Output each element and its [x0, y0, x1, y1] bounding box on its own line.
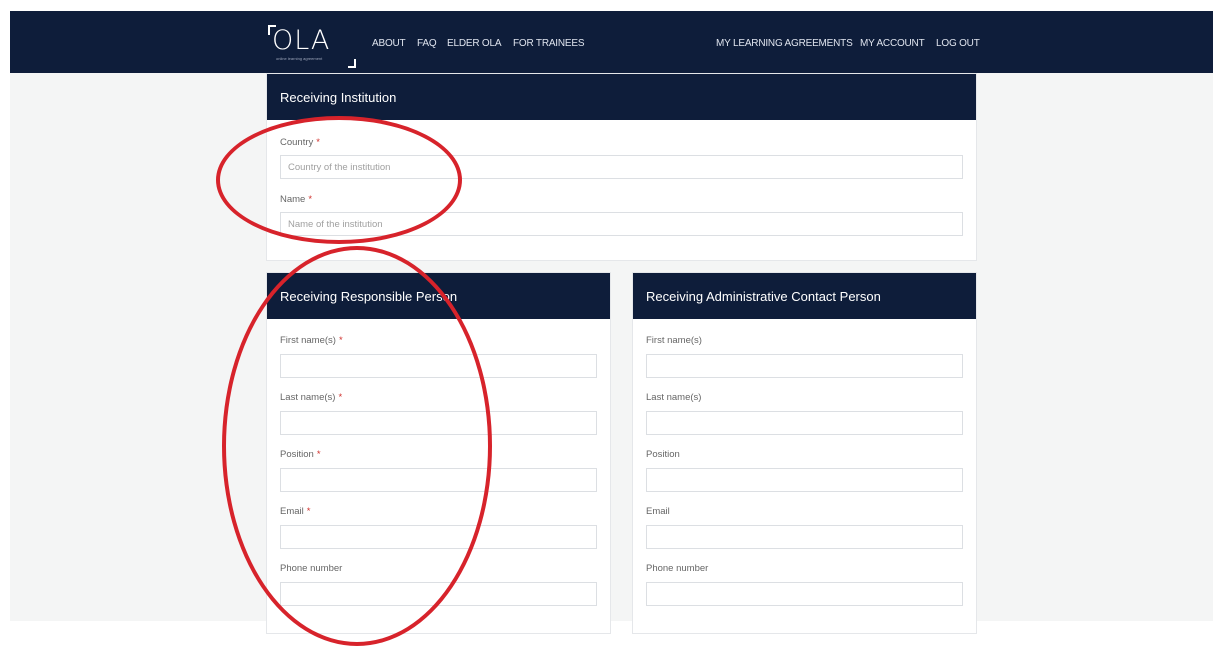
name-label: Name *: [280, 194, 312, 205]
panel-title: Receiving Responsible Person: [280, 289, 458, 304]
admin-phone-input[interactable]: [646, 582, 963, 606]
ola-logo[interactable]: OLA online learning agreement: [268, 25, 358, 68]
responsible-last-name-input[interactable]: [280, 411, 597, 435]
phone-label: Phone number: [280, 563, 343, 574]
required-asterisk: *: [338, 335, 343, 346]
responsible-position-input[interactable]: [280, 468, 597, 492]
admin-last-name-input[interactable]: [646, 411, 963, 435]
position-label-text: Position: [280, 449, 314, 460]
admin-contact-panel: Receiving Administrative Contact Person …: [632, 272, 977, 634]
last-name-label-text: Last name(s): [280, 392, 336, 403]
required-asterisk: *: [306, 506, 311, 517]
institution-name-input[interactable]: [280, 212, 963, 236]
email-label: Email *: [280, 506, 310, 517]
panel-title: Receiving Institution: [280, 90, 397, 105]
receiving-institution-panel: Receiving Institution Country* Name*: [266, 73, 977, 261]
responsible-first-name-input[interactable]: [280, 354, 597, 378]
responsible-person-header: Receiving Responsible Person: [267, 273, 610, 319]
country-label-text: Country: [280, 137, 314, 148]
panel-title: Receiving Administrative Contact Person: [646, 289, 881, 304]
first-name-label: First name(s) *: [280, 335, 343, 346]
phone-label: Phone number: [646, 563, 709, 574]
required-asterisk: *: [316, 449, 321, 460]
country-label: Country *: [280, 137, 320, 148]
position-label: Position *: [280, 449, 321, 460]
nav-my-account[interactable]: MY ACCOUNT: [860, 38, 925, 49]
nav-for-trainees[interactable]: FOR TRAINEES: [513, 38, 585, 49]
last-name-label: Last name(s): [646, 392, 702, 403]
nav-about[interactable]: ABOUT: [372, 38, 406, 49]
required-asterisk: *: [308, 194, 313, 205]
nav-elder-ola[interactable]: ELDER OLA: [447, 38, 502, 49]
email-label-text: Email: [280, 506, 304, 517]
admin-position-input[interactable]: [646, 468, 963, 492]
last-name-label: Last name(s) *: [280, 392, 342, 403]
receiving-institution-header: Receiving Institution: [267, 74, 976, 120]
top-navbar: OLA online learning agreement ABOUT FAQ …: [10, 11, 1213, 73]
responsible-email-input[interactable]: [280, 525, 597, 549]
first-name-label-text: First name(s): [280, 335, 336, 346]
logo-tagline: online learning agreement: [276, 56, 323, 61]
country-input[interactable]: [280, 155, 963, 179]
required-asterisk: *: [316, 137, 320, 148]
email-label: Email: [646, 506, 670, 517]
position-label: Position: [646, 449, 680, 460]
first-name-label: First name(s): [646, 335, 702, 346]
required-asterisk: *: [338, 392, 343, 403]
admin-email-input[interactable]: [646, 525, 963, 549]
admin-contact-header: Receiving Administrative Contact Person: [633, 273, 976, 319]
nav-faq[interactable]: FAQ: [417, 38, 437, 49]
responsible-person-panel: Receiving Responsible Person First name(…: [266, 272, 611, 634]
admin-first-name-input[interactable]: [646, 354, 963, 378]
nav-my-learning-agreements[interactable]: MY LEARNING AGREEMENTS: [716, 38, 853, 49]
logo-text: OLA: [272, 25, 331, 56]
nav-log-out[interactable]: LOG OUT: [936, 38, 980, 49]
name-label-text: Name: [280, 194, 306, 205]
responsible-phone-input[interactable]: [280, 582, 597, 606]
logo-corner-bottom-right: [348, 59, 356, 68]
